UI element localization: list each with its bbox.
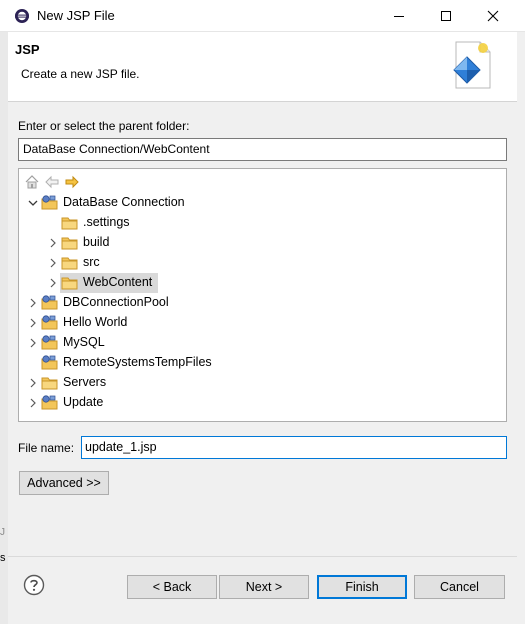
- tree-item-label: build: [83, 235, 110, 249]
- tree-item[interactable]: Hello World: [19, 313, 506, 333]
- folder-icon: [61, 275, 79, 291]
- tree-item-label: Servers: [63, 375, 107, 389]
- tree-item[interactable]: Update: [19, 393, 506, 413]
- tree-item-label: Hello World: [63, 315, 128, 329]
- parent-folder-label: Enter or select the parent folder:: [18, 119, 190, 133]
- tree-item-label: Update: [63, 395, 104, 409]
- wizard-footer: < Back Next > Finish Cancel: [8, 557, 517, 616]
- minimize-icon: [394, 16, 404, 17]
- help-icon[interactable]: [23, 574, 45, 596]
- finish-button[interactable]: Finish: [317, 575, 407, 599]
- chevron-right-icon[interactable]: [27, 316, 39, 330]
- window-right-edge: [517, 32, 525, 624]
- project-icon: [41, 295, 59, 311]
- tree-item[interactable]: src: [19, 253, 506, 273]
- chevron-right-icon[interactable]: [47, 256, 59, 270]
- chevron-right-icon[interactable]: [47, 276, 59, 290]
- wizard-header: JSP Create a new JSP file.: [8, 32, 517, 102]
- minimize-button[interactable]: [376, 0, 422, 32]
- parent-folder-input[interactable]: DataBase Connection/WebContent: [18, 138, 507, 161]
- project-icon: [41, 355, 59, 371]
- chevron-right-icon[interactable]: [47, 236, 59, 250]
- window-bottom-edge: [8, 616, 517, 624]
- wizard-description: Create a new JSP file.: [21, 67, 140, 81]
- tree-item-label: DBConnectionPool: [63, 295, 169, 309]
- tree-item[interactable]: .settings: [19, 213, 506, 233]
- background-text-fragment: s: [0, 552, 6, 564]
- title-bar[interactable]: New JSP File: [0, 0, 525, 32]
- home-button[interactable]: [23, 173, 41, 191]
- wizard-heading: JSP: [15, 42, 40, 57]
- jsp-file-wizard-icon: [453, 41, 491, 89]
- arrow-left-icon: [45, 175, 59, 189]
- tree-item-label: DataBase Connection: [63, 195, 185, 209]
- tree-item[interactable]: DataBase Connection: [19, 193, 506, 213]
- folder-icon: [41, 375, 59, 391]
- tree-item-label: MySQL: [63, 335, 105, 349]
- folder-icon: [61, 235, 79, 251]
- tree-item-label: WebContent: [83, 275, 153, 289]
- window-title: New JSP File: [37, 8, 115, 23]
- tree-item[interactable]: WebContent: [19, 273, 506, 293]
- tree-item[interactable]: Servers: [19, 373, 506, 393]
- project-icon: [41, 315, 59, 331]
- arrow-right-icon: [65, 175, 79, 189]
- file-name-input[interactable]: update_1.jsp: [81, 436, 507, 459]
- project-tree[interactable]: DataBase Connection .settings build src WebC…: [18, 168, 507, 422]
- maximize-icon: [441, 11, 451, 21]
- file-name-label: File name:: [18, 441, 75, 455]
- tree-item-label: RemoteSystemsTempFiles: [63, 355, 212, 369]
- chevron-right-icon[interactable]: [27, 336, 39, 350]
- close-icon: [487, 10, 499, 22]
- forward-nav-button[interactable]: [63, 173, 81, 191]
- next-button[interactable]: Next >: [219, 575, 309, 599]
- project-icon: [41, 335, 59, 351]
- cancel-button[interactable]: Cancel: [414, 575, 505, 599]
- folder-icon: [61, 215, 79, 231]
- tree-item[interactable]: build: [19, 233, 506, 253]
- chevron-right-icon[interactable]: [27, 296, 39, 310]
- close-button[interactable]: [470, 0, 516, 32]
- home-icon: [25, 175, 39, 189]
- project-icon: [41, 195, 59, 211]
- chevron-right-icon[interactable]: [27, 376, 39, 390]
- background-window-strip: J s: [0, 32, 8, 624]
- maximize-button[interactable]: [423, 0, 469, 32]
- tree-item-label: src: [83, 255, 100, 269]
- project-icon: [41, 395, 59, 411]
- new-jsp-file-dialog: J s New JSP File JSP Create a new JSP fi…: [0, 0, 525, 624]
- tree-item[interactable]: RemoteSystemsTempFiles: [19, 353, 506, 373]
- chevron-right-icon[interactable]: [27, 396, 39, 410]
- background-text-fragment: J: [0, 527, 5, 538]
- folder-icon: [61, 255, 79, 271]
- tree-item-label: .settings: [83, 215, 130, 229]
- back-button[interactable]: < Back: [127, 575, 217, 599]
- advanced-button[interactable]: Advanced >>: [19, 471, 109, 495]
- back-nav-button[interactable]: [43, 173, 61, 191]
- eclipse-icon: [15, 9, 29, 23]
- wizard-body: Enter or select the parent folder: DataB…: [8, 102, 517, 556]
- tree-item[interactable]: MySQL: [19, 333, 506, 353]
- tree-item[interactable]: DBConnectionPool: [19, 293, 506, 313]
- chevron-down-icon[interactable]: [27, 196, 39, 210]
